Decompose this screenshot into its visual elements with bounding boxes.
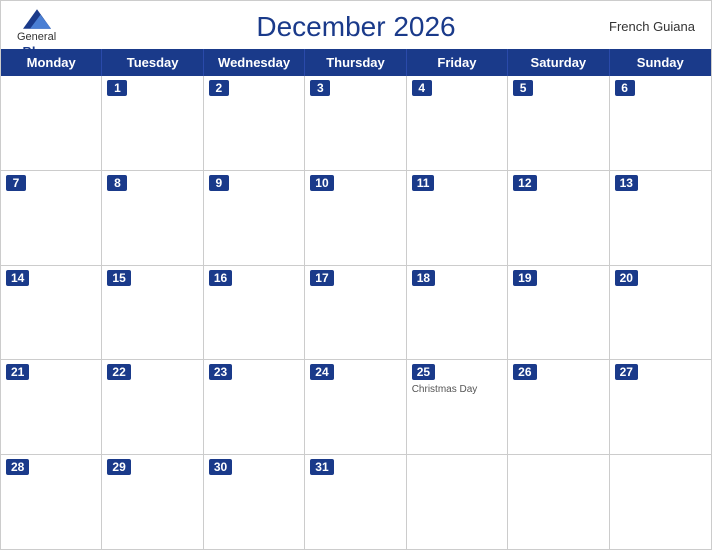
- header-wednesday: Wednesday: [204, 49, 305, 76]
- day-cell-19: 19: [508, 266, 609, 360]
- day-cell-30: 30: [204, 455, 305, 549]
- christmas-day-label: Christmas Day: [412, 384, 502, 395]
- day-cell-3: 3: [305, 76, 406, 170]
- day-cell-empty-2: [407, 455, 508, 549]
- day-cell-20: 20: [610, 266, 711, 360]
- week-row-2: 7 8 9 10 11 12 13: [1, 171, 711, 266]
- day-cell-empty: [1, 76, 102, 170]
- day-cell-empty-3: [508, 455, 609, 549]
- logo-general: General: [17, 31, 56, 44]
- header-tuesday: Tuesday: [102, 49, 203, 76]
- logo-blue: Blue: [22, 44, 50, 60]
- header-sunday: Sunday: [610, 49, 711, 76]
- day-headers-row: Monday Tuesday Wednesday Thursday Friday…: [1, 49, 711, 76]
- day-cell-10: 10: [305, 171, 406, 265]
- day-cell-1: 1: [102, 76, 203, 170]
- month-title: December 2026: [256, 11, 455, 43]
- week-row-1: 1 2 3 4 5 6: [1, 76, 711, 171]
- day-cell-23: 23: [204, 360, 305, 454]
- day-cell-29: 29: [102, 455, 203, 549]
- logo: General Blue: [17, 9, 56, 60]
- day-cell-8: 8: [102, 171, 203, 265]
- country-label: French Guiana: [609, 19, 695, 34]
- day-cell-24: 24: [305, 360, 406, 454]
- day-cell-7: 7: [1, 171, 102, 265]
- header-thursday: Thursday: [305, 49, 406, 76]
- logo-icon: [23, 9, 51, 29]
- week-row-5: 28 29 30 31: [1, 455, 711, 549]
- weeks-container: 1 2 3 4 5 6 7 8 9 10 11 12 13 14 15: [1, 76, 711, 549]
- day-cell-5: 5: [508, 76, 609, 170]
- day-cell-25: 25 Christmas Day: [407, 360, 508, 454]
- day-cell-16: 16: [204, 266, 305, 360]
- day-cell-28: 28: [1, 455, 102, 549]
- calendar-header: General Blue December 2026 French Guiana: [1, 1, 711, 49]
- day-cell-6: 6: [610, 76, 711, 170]
- day-cell-31: 31: [305, 455, 406, 549]
- calendar-container: General Blue December 2026 French Guiana…: [0, 0, 712, 550]
- day-cell-15: 15: [102, 266, 203, 360]
- day-cell-2: 2: [204, 76, 305, 170]
- day-cell-17: 17: [305, 266, 406, 360]
- calendar-grid: Monday Tuesday Wednesday Thursday Friday…: [1, 49, 711, 549]
- day-cell-14: 14: [1, 266, 102, 360]
- week-row-4: 21 22 23 24 25 Christmas Day 26 27: [1, 360, 711, 455]
- day-cell-26: 26: [508, 360, 609, 454]
- day-cell-13: 13: [610, 171, 711, 265]
- header-saturday: Saturday: [508, 49, 609, 76]
- day-cell-21: 21: [1, 360, 102, 454]
- header-friday: Friday: [407, 49, 508, 76]
- day-cell-22: 22: [102, 360, 203, 454]
- week-row-3: 14 15 16 17 18 19 20: [1, 266, 711, 361]
- day-cell-12: 12: [508, 171, 609, 265]
- day-cell-9: 9: [204, 171, 305, 265]
- day-cell-18: 18: [407, 266, 508, 360]
- day-cell-11: 11: [407, 171, 508, 265]
- day-cell-4: 4: [407, 76, 508, 170]
- day-cell-empty-4: [610, 455, 711, 549]
- day-cell-27: 27: [610, 360, 711, 454]
